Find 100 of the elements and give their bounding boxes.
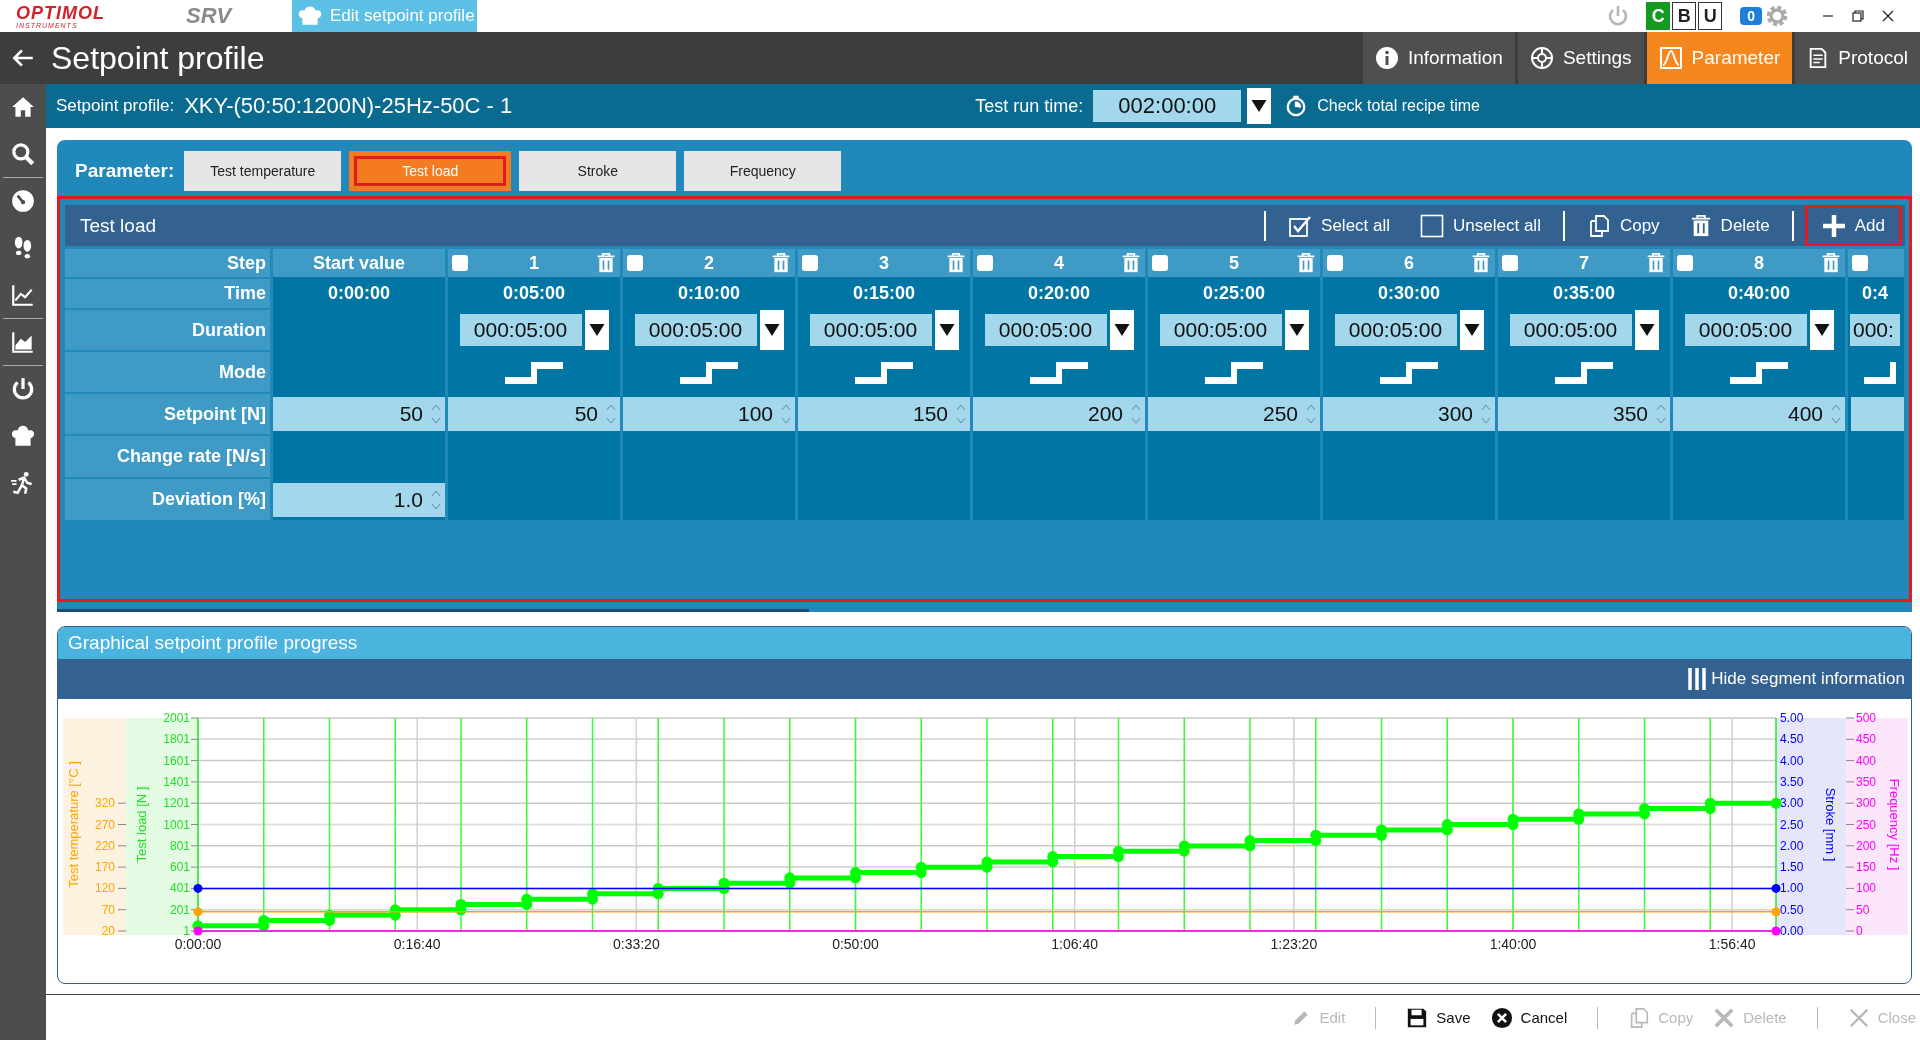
dropdown-button[interactable] (759, 310, 784, 350)
duration-field[interactable]: 000:05:00 (1159, 314, 1282, 346)
toolbar-button[interactable]: Add (1807, 208, 1899, 243)
duration-field[interactable]: 000:05:00 (459, 314, 582, 346)
data-point (784, 872, 796, 884)
chef-hat-icon[interactable] (10, 423, 36, 449)
step-mode-icon[interactable] (1030, 360, 1088, 384)
action-button[interactable]: Cancel (1486, 1006, 1572, 1029)
toolbar-button[interactable]: Copy (1578, 208, 1668, 243)
trash-icon[interactable] (1121, 252, 1141, 274)
axis-tick-label: 200 (1856, 838, 1877, 853)
trash-icon[interactable] (1471, 252, 1491, 274)
step-checkbox[interactable] (1327, 255, 1343, 271)
setpoint-field[interactable]: 350 (1498, 397, 1670, 431)
row-label: Duration (65, 310, 270, 350)
dropdown-button[interactable] (934, 310, 959, 350)
dropdown-button[interactable] (1109, 310, 1134, 350)
restore-icon[interactable] (1852, 10, 1864, 22)
duration-field[interactable]: 000:05:00 (1509, 314, 1632, 346)
category-tab[interactable]: Stroke (519, 151, 677, 191)
step-number: 7 (1579, 252, 1589, 274)
nav-tab[interactable]: Information (1362, 32, 1515, 84)
step-mode-icon[interactable] (680, 360, 738, 384)
duration-field[interactable]: 000:05:00 (809, 314, 932, 346)
setpoint-field[interactable]: 50 (448, 397, 620, 431)
duration-field[interactable]: 000:05:00 (1684, 314, 1807, 346)
time-value: 0:40:00 (1727, 283, 1790, 304)
setpoint-field[interactable]: 250 (1148, 397, 1320, 431)
step-checkbox[interactable] (1852, 255, 1868, 271)
trash-icon[interactable] (1296, 252, 1316, 274)
deviation-field[interactable]: 1.0 (273, 482, 445, 517)
setpoint-field[interactable]: 200 (973, 397, 1145, 431)
setpoint-field[interactable]: 100 (623, 397, 795, 431)
step-mode-icon[interactable] (1555, 360, 1613, 384)
axis-tick-label: 300 (1856, 796, 1877, 811)
status-letter[interactable]: C (1646, 2, 1671, 30)
input-field[interactable] (1851, 397, 1904, 431)
step-checkbox[interactable] (627, 255, 643, 271)
check-time-button[interactable]: Check total recipe time (1285, 95, 1480, 117)
dropdown-button[interactable] (1459, 310, 1484, 350)
run-time-field[interactable]: 002:00:00 (1093, 90, 1242, 122)
step-checkbox[interactable] (802, 255, 818, 271)
category-tab[interactable]: Frequency (684, 151, 842, 191)
close-icon[interactable] (1882, 10, 1894, 22)
nav-tab[interactable]: Settings (1517, 32, 1644, 84)
data-point (455, 899, 467, 910)
row-label: Step (65, 249, 270, 277)
settings-icon[interactable] (1764, 3, 1790, 29)
search-icon[interactable] (10, 141, 36, 167)
trash-icon[interactable] (1646, 252, 1666, 274)
setpoint-field[interactable]: 50 (273, 397, 445, 431)
toolbar-button[interactable]: Delete (1681, 208, 1778, 243)
step-checkbox[interactable] (1502, 255, 1518, 271)
toolbar-button[interactable]: Unselect all (1412, 208, 1549, 243)
duration-field[interactable]: 000:05:00 (634, 314, 757, 346)
step-checkbox[interactable] (977, 255, 993, 271)
step-mode-icon[interactable] (1730, 360, 1788, 384)
step-mode-icon[interactable] (855, 360, 913, 384)
setpoint-field[interactable]: 300 (1323, 397, 1495, 431)
hide-segment-button[interactable]: Hide segment information (1687, 668, 1905, 690)
trash-icon[interactable] (1821, 252, 1841, 274)
close-icon (1847, 1006, 1870, 1029)
power-icon[interactable] (10, 376, 36, 402)
step-mode-icon[interactable] (1205, 360, 1263, 384)
duration-field[interactable]: 000:05:00 (1334, 314, 1457, 346)
action-button[interactable]: Save (1402, 1006, 1475, 1029)
axis-tick-label: 2.50 (1780, 817, 1804, 832)
duration-field[interactable]: 000:05:00 (984, 314, 1107, 346)
dropdown-button[interactable] (1634, 310, 1659, 350)
setpoint-field[interactable]: 400 (1673, 397, 1845, 431)
trash-icon[interactable] (946, 252, 966, 274)
step-checkbox[interactable] (452, 255, 468, 271)
notification-badge[interactable]: 0 (1740, 7, 1762, 25)
step-checkbox[interactable] (1152, 255, 1168, 271)
duration-field[interactable]: 000: (1850, 314, 1900, 346)
data-point (587, 888, 598, 900)
trash-icon[interactable] (771, 252, 791, 274)
scrollbar[interactable] (57, 609, 809, 612)
area-chart-icon[interactable] (10, 329, 36, 355)
dropdown-button[interactable] (1809, 310, 1834, 350)
line-chart-icon[interactable] (10, 282, 36, 308)
nav-tab[interactable]: Protocol (1795, 32, 1920, 84)
dropdown-button[interactable] (1284, 310, 1309, 350)
caret-icon (1288, 324, 1305, 336)
toolbar-button[interactable]: Select all (1280, 208, 1399, 243)
gauge-icon[interactable] (10, 188, 36, 214)
step-checkbox[interactable] (1677, 255, 1693, 271)
axis-tick-label: 1401 (163, 774, 190, 789)
step-mode-icon[interactable] (505, 360, 563, 384)
dropdown-button[interactable] (1247, 88, 1272, 124)
dropdown-button[interactable] (584, 310, 609, 350)
trash-icon[interactable] (596, 252, 616, 274)
status-letter[interactable]: U (1698, 2, 1723, 30)
axis-tick-label: 0:00:00 (174, 936, 222, 952)
step-mode-icon[interactable] (1380, 360, 1438, 384)
category-tab[interactable]: Test temperature (184, 151, 342, 191)
setpoint-field[interactable]: 150 (798, 397, 970, 431)
status-letter[interactable]: B (1672, 2, 1697, 30)
step-mode-icon[interactable] (1864, 360, 1896, 384)
axis-tick-label: 320 (94, 796, 115, 811)
